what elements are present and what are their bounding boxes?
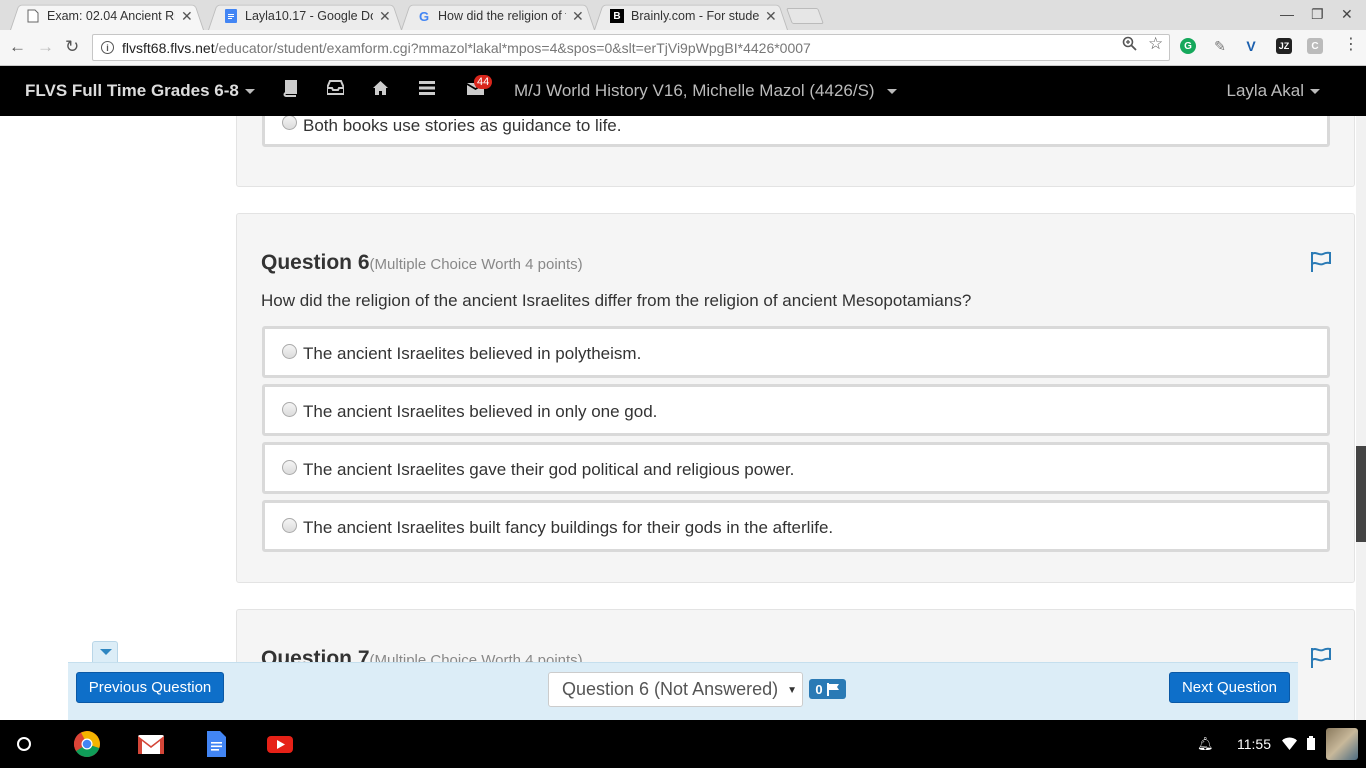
option-text: The ancient Israelites gave their god po…: [303, 460, 795, 479]
radio-button[interactable]: [282, 518, 297, 533]
youtube-icon[interactable]: [266, 730, 294, 758]
chrome-menu-icon[interactable]: ⋮: [1343, 34, 1359, 54]
extension-v-icon[interactable]: V: [1243, 38, 1259, 54]
course-label: M/J World History V16, Michelle Mazol (4…: [514, 81, 875, 100]
reload-icon[interactable]: ↻: [65, 37, 79, 57]
answer-option-a[interactable]: The ancient Israelites believed in polyt…: [262, 326, 1330, 378]
question-5-panel: Both books use stories as guidance to li…: [236, 116, 1355, 187]
url-host: flvsft68.flvs.net: [122, 39, 215, 56]
answer-option-c[interactable]: The ancient Israelites gave their god po…: [262, 442, 1330, 494]
flag-count: 0: [815, 681, 823, 697]
document-icon: [26, 9, 40, 23]
new-tab-button[interactable]: [786, 8, 824, 24]
exam-content: Both books use stories as guidance to li…: [0, 116, 1356, 720]
google-icon: G: [418, 8, 430, 24]
page-scrollbar[interactable]: [1356, 116, 1366, 720]
toggle-footer-icon[interactable]: [92, 641, 118, 663]
brand-menu[interactable]: FLVS Full Time Grades 6-8: [25, 81, 255, 101]
browser-tab-exam[interactable]: Exam: 02.04 Ancient Riv ✕: [10, 2, 204, 30]
forward-icon[interactable]: →: [37, 37, 54, 57]
info-icon[interactable]: i: [101, 41, 114, 54]
question-select-value: Question 6 (Not Answered): [562, 679, 779, 699]
close-tab-icon[interactable]: ✕: [765, 8, 777, 25]
list-icon[interactable]: [419, 80, 435, 100]
battery-icon[interactable]: [1307, 736, 1315, 750]
answer-option-d[interactable]: The ancient Israelites built fancy build…: [262, 500, 1330, 552]
book-icon[interactable]: [282, 80, 298, 102]
flag-question-icon[interactable]: [1310, 251, 1332, 273]
zoom-icon[interactable]: [1122, 36, 1137, 54]
scrollbar-thumb[interactable]: [1356, 446, 1366, 542]
radio-button[interactable]: [282, 116, 297, 130]
question-nav-bar: Previous Question Question 6 (Not Answer…: [68, 662, 1298, 720]
gmail-icon[interactable]: [137, 730, 165, 758]
close-tab-icon[interactable]: ✕: [181, 8, 193, 25]
tab-title: How did the religion of th: [438, 9, 566, 23]
address-bar[interactable]: i flvsft68.flvs.net/educator/student/exa…: [92, 34, 1170, 61]
flag-count-badge[interactable]: 0: [809, 679, 846, 699]
question-select[interactable]: Question 6 (Not Answered) ▼: [548, 672, 803, 707]
brand-label: FLVS Full Time Grades 6-8: [25, 81, 239, 100]
os-shelf: 🔔︎ 11:55: [0, 720, 1366, 768]
app-navbar: FLVS Full Time Grades 6-8 44 M/J World H…: [0, 66, 1366, 116]
radio-button[interactable]: [282, 460, 297, 475]
course-menu[interactable]: M/J World History V16, Michelle Mazol (4…: [514, 81, 897, 101]
flag-icon: [826, 682, 839, 696]
wifi-icon[interactable]: [1282, 737, 1297, 750]
inbox-icon[interactable]: [326, 80, 345, 100]
option-text: Both books use stories as guidance to li…: [303, 116, 622, 135]
browser-tab-docs[interactable]: Layla10.17 - Google Doc ✕: [208, 2, 402, 30]
question-meta: (Multiple Choice Worth 4 points): [369, 256, 583, 273]
radio-button[interactable]: [282, 402, 297, 417]
option-text: The ancient Israelites believed in only …: [303, 402, 658, 421]
close-window-icon[interactable]: ✕: [1341, 6, 1353, 23]
browser-tab-google[interactable]: G How did the religion of th ✕: [401, 2, 595, 30]
maximize-icon[interactable]: ❐: [1311, 6, 1324, 23]
google-docs-icon: [224, 9, 238, 23]
minimize-icon[interactable]: —: [1280, 6, 1294, 22]
question-6-panel: Question 6(Multiple Choice Worth 4 point…: [236, 213, 1355, 583]
tab-title: Exam: 02.04 Ancient Riv: [47, 9, 175, 23]
grammarly-icon[interactable]: G: [1180, 38, 1196, 54]
home-icon[interactable]: [372, 80, 389, 101]
user-label: Layla Akal: [1226, 81, 1305, 100]
option-text: The ancient Israelites believed in polyt…: [303, 344, 642, 363]
launcher-icon[interactable]: [17, 737, 31, 751]
clock[interactable]: 11:55: [1237, 736, 1271, 752]
browser-tabstrip: Exam: 02.04 Ancient Riv ✕ Layla10.17 - G…: [0, 0, 1366, 30]
avatar[interactable]: [1326, 728, 1358, 760]
answer-option[interactable]: Both books use stories as guidance to li…: [262, 116, 1330, 147]
tab-title: Brainly.com - For studen: [631, 9, 759, 23]
back-icon[interactable]: ←: [9, 37, 26, 57]
answer-option-b[interactable]: The ancient Israelites believed in only …: [262, 384, 1330, 436]
extension-brush-icon[interactable]: ✎: [1212, 38, 1228, 54]
next-question-button[interactable]: Next Question: [1169, 672, 1290, 703]
question-number: Question 6: [261, 251, 370, 274]
question-text: How did the religion of the ancient Isra…: [261, 291, 972, 310]
mail-count-badge: 44: [474, 75, 493, 89]
extension-c-icon[interactable]: C: [1307, 38, 1323, 54]
google-docs-app-icon[interactable]: [202, 730, 230, 758]
user-menu[interactable]: Layla Akal: [1226, 81, 1320, 101]
chrome-icon[interactable]: [73, 730, 101, 758]
previous-question-button[interactable]: Previous Question: [76, 672, 224, 703]
url-path: /educator/student/examform.cgi?mmazol*la…: [214, 39, 811, 56]
notification-bell-icon[interactable]: 🔔︎: [1197, 736, 1214, 752]
brainly-icon: B: [610, 9, 624, 23]
close-tab-icon[interactable]: ✕: [379, 8, 391, 25]
option-text: The ancient Israelites built fancy build…: [303, 518, 834, 537]
extension-jz-icon[interactable]: JZ: [1276, 38, 1292, 54]
flag-question-icon[interactable]: [1310, 647, 1332, 669]
question-title: Question 6(Multiple Choice Worth 4 point…: [261, 251, 583, 275]
close-tab-icon[interactable]: ✕: [572, 8, 584, 25]
bookmark-star-icon[interactable]: ☆: [1148, 34, 1163, 54]
chevron-down-icon: ▼: [787, 685, 797, 696]
browser-tab-brainly[interactable]: B Brainly.com - For studen ✕: [594, 2, 788, 30]
tab-title: Layla10.17 - Google Doc: [245, 9, 373, 23]
radio-button[interactable]: [282, 344, 297, 359]
browser-toolbar: ← → ↻ i flvsft68.flvs.net/educator/stude…: [0, 30, 1366, 66]
